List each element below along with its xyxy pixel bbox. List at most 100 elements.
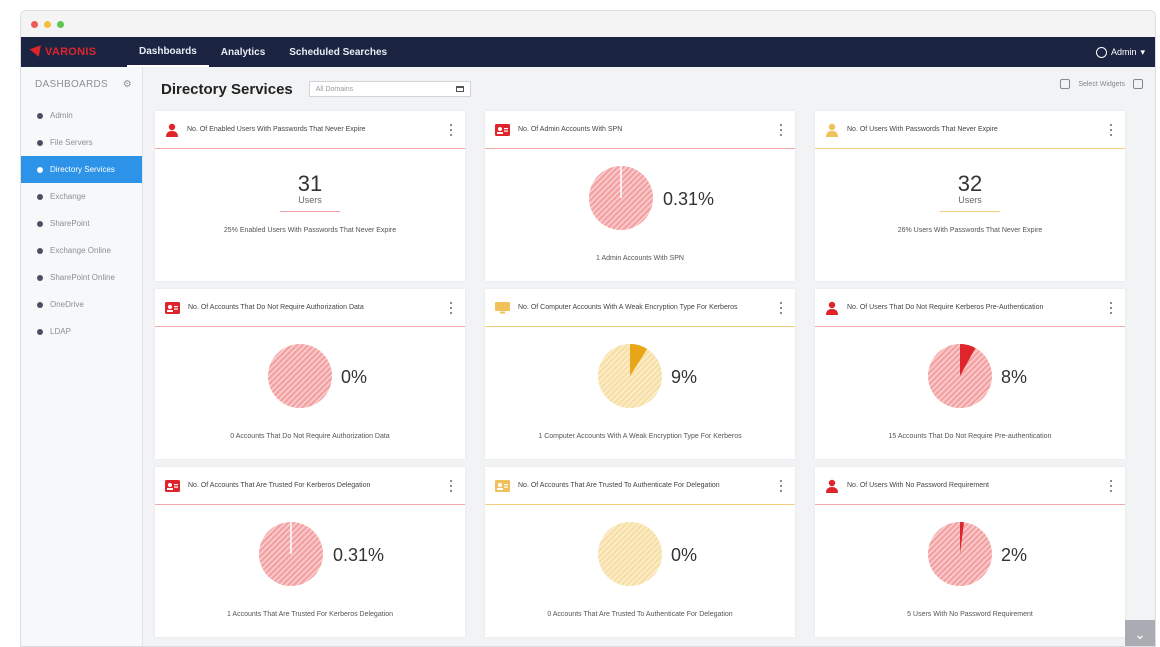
sidebar-item-exchange[interactable]: Exchange <box>21 183 142 210</box>
widget-title: No. Of Users That Do Not Require Kerbero… <box>847 303 1044 311</box>
chevron-down-icon: ▾ <box>1140 46 1145 57</box>
widget-title: No. Of Computer Accounts With A Weak Enc… <box>518 303 738 311</box>
widget-body: 31 Users 25% Enabled Users With Passwords … <box>155 149 465 280</box>
tab-dashboards[interactable]: Dashboards <box>127 37 209 67</box>
sidebar-item-label: File Servers <box>50 138 93 147</box>
widget-card: No. Of Users That Do Not Require Kerbero… <box>815 289 1125 459</box>
logo-mark-icon <box>29 45 45 59</box>
widget-percent: 0.31% <box>333 545 385 565</box>
widget-title: No. Of Admin Accounts With SPN <box>518 125 623 133</box>
onedrive-icon <box>37 301 43 308</box>
kebab-menu-icon[interactable] <box>450 302 453 314</box>
user-avatar-icon <box>1095 46 1107 58</box>
kebab-menu-icon[interactable] <box>450 480 453 492</box>
sharepoint-online-icon <box>37 274 43 281</box>
widget-percent: 0.31% <box>663 189 715 209</box>
sidebar-item-onedrive[interactable]: OneDrive <box>21 291 142 318</box>
sidebar-item-file-servers[interactable]: File Servers <box>21 129 142 156</box>
widget-header: No. Of Users With Passwords That Never E… <box>815 111 1125 149</box>
scroll-down-button[interactable]: ⌄ <box>1125 620 1155 646</box>
user-icon <box>165 123 179 137</box>
widget-header: No. Of Admin Accounts With SPN <box>485 111 795 149</box>
widget-value: 32 <box>957 171 983 196</box>
kebab-menu-icon[interactable] <box>1110 480 1113 492</box>
user-name: Admin <box>1110 47 1137 57</box>
ldap-icon <box>37 328 43 335</box>
widget-body: 32 Users 26% Users With Passwords That Nev… <box>815 149 1125 280</box>
widget-caption: 5 Users With No Password Requirement <box>907 611 1033 618</box>
pie-chart <box>589 166 653 230</box>
widget-title: No. Of Accounts That Are Trusted To Auth… <box>518 481 720 489</box>
user-icon <box>825 301 839 315</box>
kebab-menu-icon[interactable] <box>780 124 783 136</box>
kebab-menu-icon[interactable] <box>450 124 453 136</box>
value-underline <box>280 211 340 212</box>
widget-body: 9% 1 Computer Accounts With A Weak Encryp… <box>485 327 795 458</box>
widget-caption: 0 Accounts That Are Trusted To Authentic… <box>547 611 733 618</box>
pie-chart <box>259 522 323 586</box>
save-icon[interactable] <box>1133 79 1143 89</box>
widget-title: No. Of Accounts That Do Not Require Auth… <box>188 303 364 311</box>
widget-body: 0% 0 Accounts That Do Not Require Authori… <box>155 327 465 458</box>
tab-scheduled-searches[interactable]: Scheduled Searches <box>277 37 399 67</box>
brand-name: VARONIS <box>45 46 97 58</box>
widget-caption: 1 Admin Accounts With SPN <box>596 255 684 262</box>
widget-percent: 8% <box>1001 367 1028 387</box>
widget-value: 31 <box>297 171 323 196</box>
maximize-window-button[interactable] <box>57 20 64 28</box>
user-menu[interactable]: Admin ▾ <box>1095 37 1145 67</box>
directory-icon <box>37 166 43 173</box>
widget-card: No. Of Accounts That Do Not Require Auth… <box>155 289 465 459</box>
widget-card: No. Of Enabled Users With Passwords That… <box>155 111 465 281</box>
computer-icon <box>495 301 510 314</box>
widget-header: No. Of Computer Accounts With A Weak Enc… <box>485 289 795 327</box>
kebab-menu-icon[interactable] <box>780 302 783 314</box>
sidebar-item-label: LDAP <box>50 327 71 336</box>
top-navbar: VARONIS Dashboards Analytics Scheduled S… <box>21 37 1155 67</box>
domain-select[interactable]: All Domains <box>308 81 471 97</box>
widget-body: 0.31% 1 Accounts That Are Trusted For Ker… <box>155 505 465 636</box>
id-card-icon <box>165 301 180 314</box>
exchange-icon <box>37 193 43 200</box>
sidebar-item-admin[interactable]: Admin <box>21 102 142 129</box>
sidebar-item-ldap[interactable]: LDAP <box>21 318 142 345</box>
domain-select-value: All Domains <box>315 85 354 93</box>
minimize-window-button[interactable] <box>44 20 51 28</box>
close-window-button[interactable] <box>31 20 38 28</box>
brand-logo[interactable]: VARONIS <box>21 37 121 67</box>
user-icon <box>825 479 839 493</box>
sidebar-item-sharepoint[interactable]: SharePoint <box>21 210 142 237</box>
widget-grid: No. Of Enabled Users With Passwords That… <box>155 111 1143 637</box>
value-underline <box>940 211 1000 212</box>
sidebar-item-exchange-online[interactable]: Exchange Online <box>21 237 142 264</box>
tab-analytics[interactable]: Analytics <box>209 37 277 67</box>
widget-header: No. Of Accounts That Are Trusted To Auth… <box>485 467 795 505</box>
widget-header: No. Of Users That Do Not Require Kerbero… <box>815 289 1125 327</box>
id-card-icon <box>495 479 510 492</box>
sidebar-item-sharepoint-online[interactable]: SharePoint Online <box>21 264 142 291</box>
widget-title: No. Of Users With No Password Requiremen… <box>847 481 989 489</box>
exchange-online-icon <box>37 247 43 254</box>
widget-title: No. Of Enabled Users With Passwords That… <box>187 125 366 133</box>
widget-caption: 1 Computer Accounts With A Weak Encrypti… <box>538 433 742 440</box>
widget-title: No. Of Accounts That Are Trusted For Ker… <box>188 481 371 489</box>
settings-icon[interactable]: ⚙ <box>123 79 132 90</box>
widget-percent: 9% <box>671 367 698 387</box>
pie-remainder-slice <box>268 344 332 408</box>
select-widgets-button[interactable]: Select Widgets <box>1078 81 1125 88</box>
pie-chart <box>598 522 662 586</box>
sidebar: DASHBOARDS ⚙ Admin File Servers Director… <box>21 67 143 646</box>
app-window: VARONIS Dashboards Analytics Scheduled S… <box>20 10 1156 647</box>
kebab-menu-icon[interactable] <box>1110 302 1113 314</box>
widget-header: No. Of Users With No Password Requiremen… <box>815 467 1125 505</box>
widget-body: 2% 5 Users With No Password Requirement <box>815 505 1125 636</box>
widget-unit: Users <box>298 195 322 205</box>
pie-chart <box>598 344 662 408</box>
kebab-menu-icon[interactable] <box>780 480 783 492</box>
widget-card: No. Of Accounts That Are Trusted To Auth… <box>485 467 795 637</box>
widget-body: 0.31% 1 Admin Accounts With SPN <box>485 149 795 280</box>
sidebar-item-label: Exchange Online <box>50 246 111 255</box>
admin-icon <box>37 112 43 119</box>
sidebar-item-directory-services[interactable]: Directory Services <box>21 156 142 183</box>
kebab-menu-icon[interactable] <box>1110 124 1113 136</box>
